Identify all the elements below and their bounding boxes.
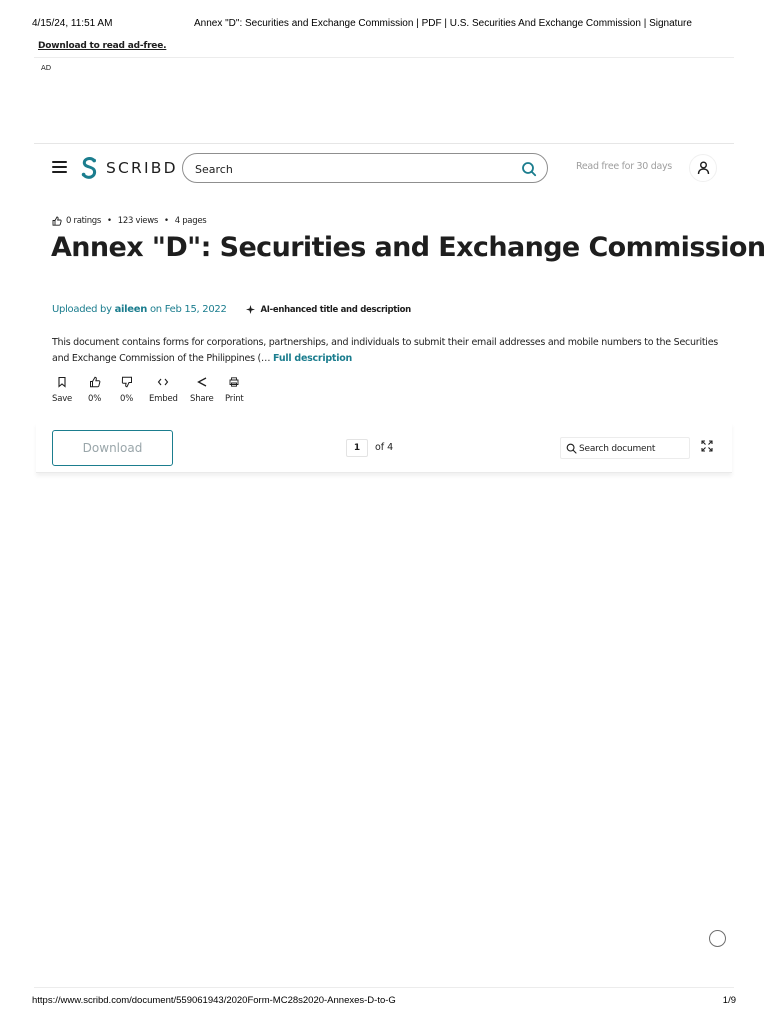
dislike-button[interactable]: 0%	[120, 376, 133, 404]
logo-text: SCRIBD	[106, 159, 178, 177]
ratings-count: 0 ratings	[66, 216, 102, 226]
share-icon	[196, 377, 207, 387]
thumbs-down-icon	[121, 376, 132, 388]
like-percent: 0%	[88, 394, 102, 404]
description-text: This document contains forms for corpora…	[52, 337, 718, 364]
print-date: 4/15/24, 11:51 AM	[32, 18, 113, 29]
uploaded-by-label: Uploaded by	[52, 304, 112, 315]
fullscreen-icon[interactable]	[700, 439, 714, 453]
page-number-input[interactable]: 1	[346, 439, 368, 457]
ad-label: AD	[41, 64, 52, 72]
print-header: 4/15/24, 11:51 AM Annex "D": Securities …	[0, 18, 768, 32]
scribd-logo-icon	[81, 157, 97, 179]
floating-circle-button[interactable]	[709, 930, 726, 947]
navbar: SCRIBD Read free for 30 days	[34, 150, 734, 186]
print-footer: https://www.scribd.com/document/55906194…	[0, 995, 768, 1009]
thumbs-up-icon	[52, 216, 62, 226]
like-button[interactable]: 0%	[88, 376, 101, 404]
user-account-button[interactable]	[689, 154, 717, 182]
code-icon	[158, 378, 169, 386]
embed-button[interactable]: Embed	[149, 376, 178, 404]
print-page-number: 1/9	[722, 995, 736, 1006]
share-label: Share	[190, 394, 214, 404]
upload-info: Uploaded by aileen on Feb 15, 2022 AI-en…	[52, 304, 411, 315]
page-count: of 4	[375, 442, 394, 453]
print-button[interactable]: Print	[225, 376, 244, 404]
document-description: This document contains forms for corpora…	[52, 335, 732, 366]
read-free-link[interactable]: Read free for 30 days	[576, 161, 672, 172]
dislike-percent: 0%	[120, 394, 134, 404]
save-label: Save	[52, 394, 73, 404]
print-page-title: Annex "D": Securities and Exchange Commi…	[194, 18, 692, 29]
hamburger-menu-icon[interactable]	[52, 161, 67, 173]
download-ad-free-link[interactable]: Download to read ad-free.	[38, 41, 167, 51]
print-icon	[229, 377, 239, 387]
ai-badge-label: AI-enhanced title and description	[260, 304, 412, 315]
document-toolbar: Download 1 of 4	[36, 423, 732, 473]
save-button[interactable]: Save	[52, 376, 72, 404]
share-button[interactable]: Share	[190, 376, 214, 404]
current-page: 1	[353, 443, 361, 453]
scribd-logo[interactable]: SCRIBD	[80, 155, 178, 181]
search-input[interactable]	[195, 161, 505, 177]
download-button[interactable]: Download	[52, 430, 173, 466]
thumbs-up-icon	[89, 376, 100, 388]
nav-divider	[34, 143, 734, 144]
sparkle-icon	[245, 305, 255, 314]
search-icon[interactable]	[521, 161, 537, 177]
print-label: Print	[225, 394, 244, 404]
search-document-box	[560, 437, 690, 459]
embed-label: Embed	[149, 394, 178, 404]
footer-divider	[34, 987, 734, 988]
search-box	[182, 153, 548, 183]
print-url: https://www.scribd.com/document/55906194…	[32, 995, 396, 1006]
user-icon	[697, 161, 710, 175]
full-description-link[interactable]: Full description	[273, 353, 352, 364]
ai-enhanced-badge: AI-enhanced title and description	[245, 304, 411, 315]
pages-count: 4 pages	[174, 216, 207, 226]
search-document-input[interactable]	[579, 442, 687, 456]
upload-date: on Feb 15, 2022	[149, 304, 227, 315]
ad-divider	[34, 57, 734, 58]
bookmark-icon	[58, 376, 66, 388]
uploader-link[interactable]: aileen	[115, 304, 148, 315]
document-meta: 0 ratings • 123 views • 4 pages	[52, 216, 207, 226]
document-title: Annex "D": Securities and Exchange Commi…	[51, 232, 766, 263]
views-count: 123 views	[117, 216, 159, 226]
search-icon[interactable]	[566, 443, 577, 454]
